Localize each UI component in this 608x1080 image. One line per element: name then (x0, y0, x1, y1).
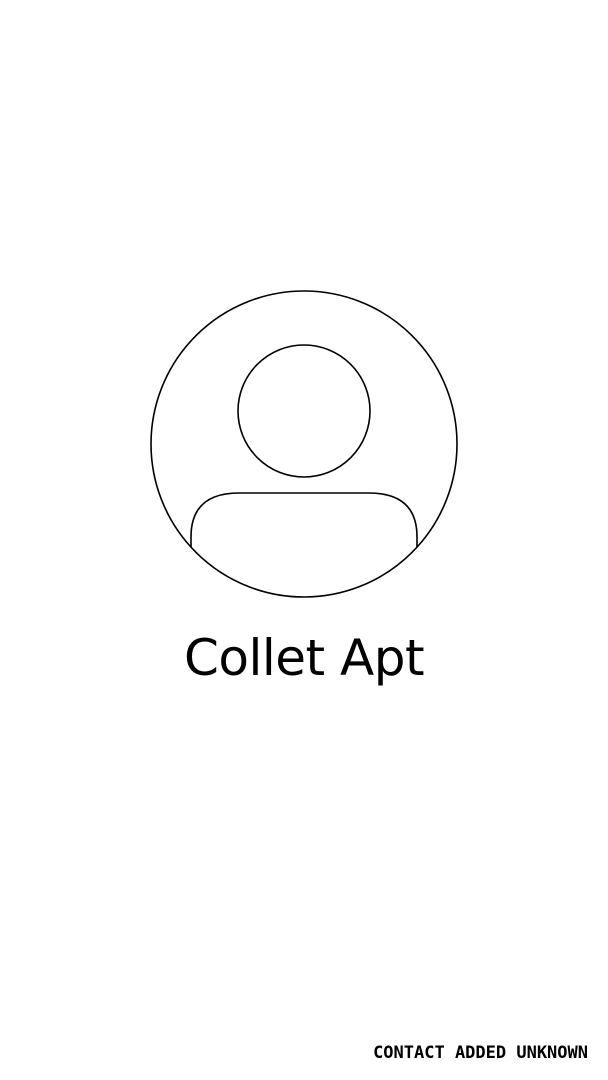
avatar-body-shape (190, 492, 418, 547)
contact-avatar (149, 289, 459, 599)
contact-status-label: CONTACT ADDED UNKNOWN (373, 1043, 588, 1063)
contact-name: Collet Apt (183, 629, 425, 687)
contact-screen: Collet Apt CONTACT ADDED UNKNOWN (0, 0, 608, 1080)
avatar-head-circle (237, 344, 371, 478)
avatar-outer-circle (150, 290, 458, 598)
person-avatar-icon (150, 290, 458, 598)
